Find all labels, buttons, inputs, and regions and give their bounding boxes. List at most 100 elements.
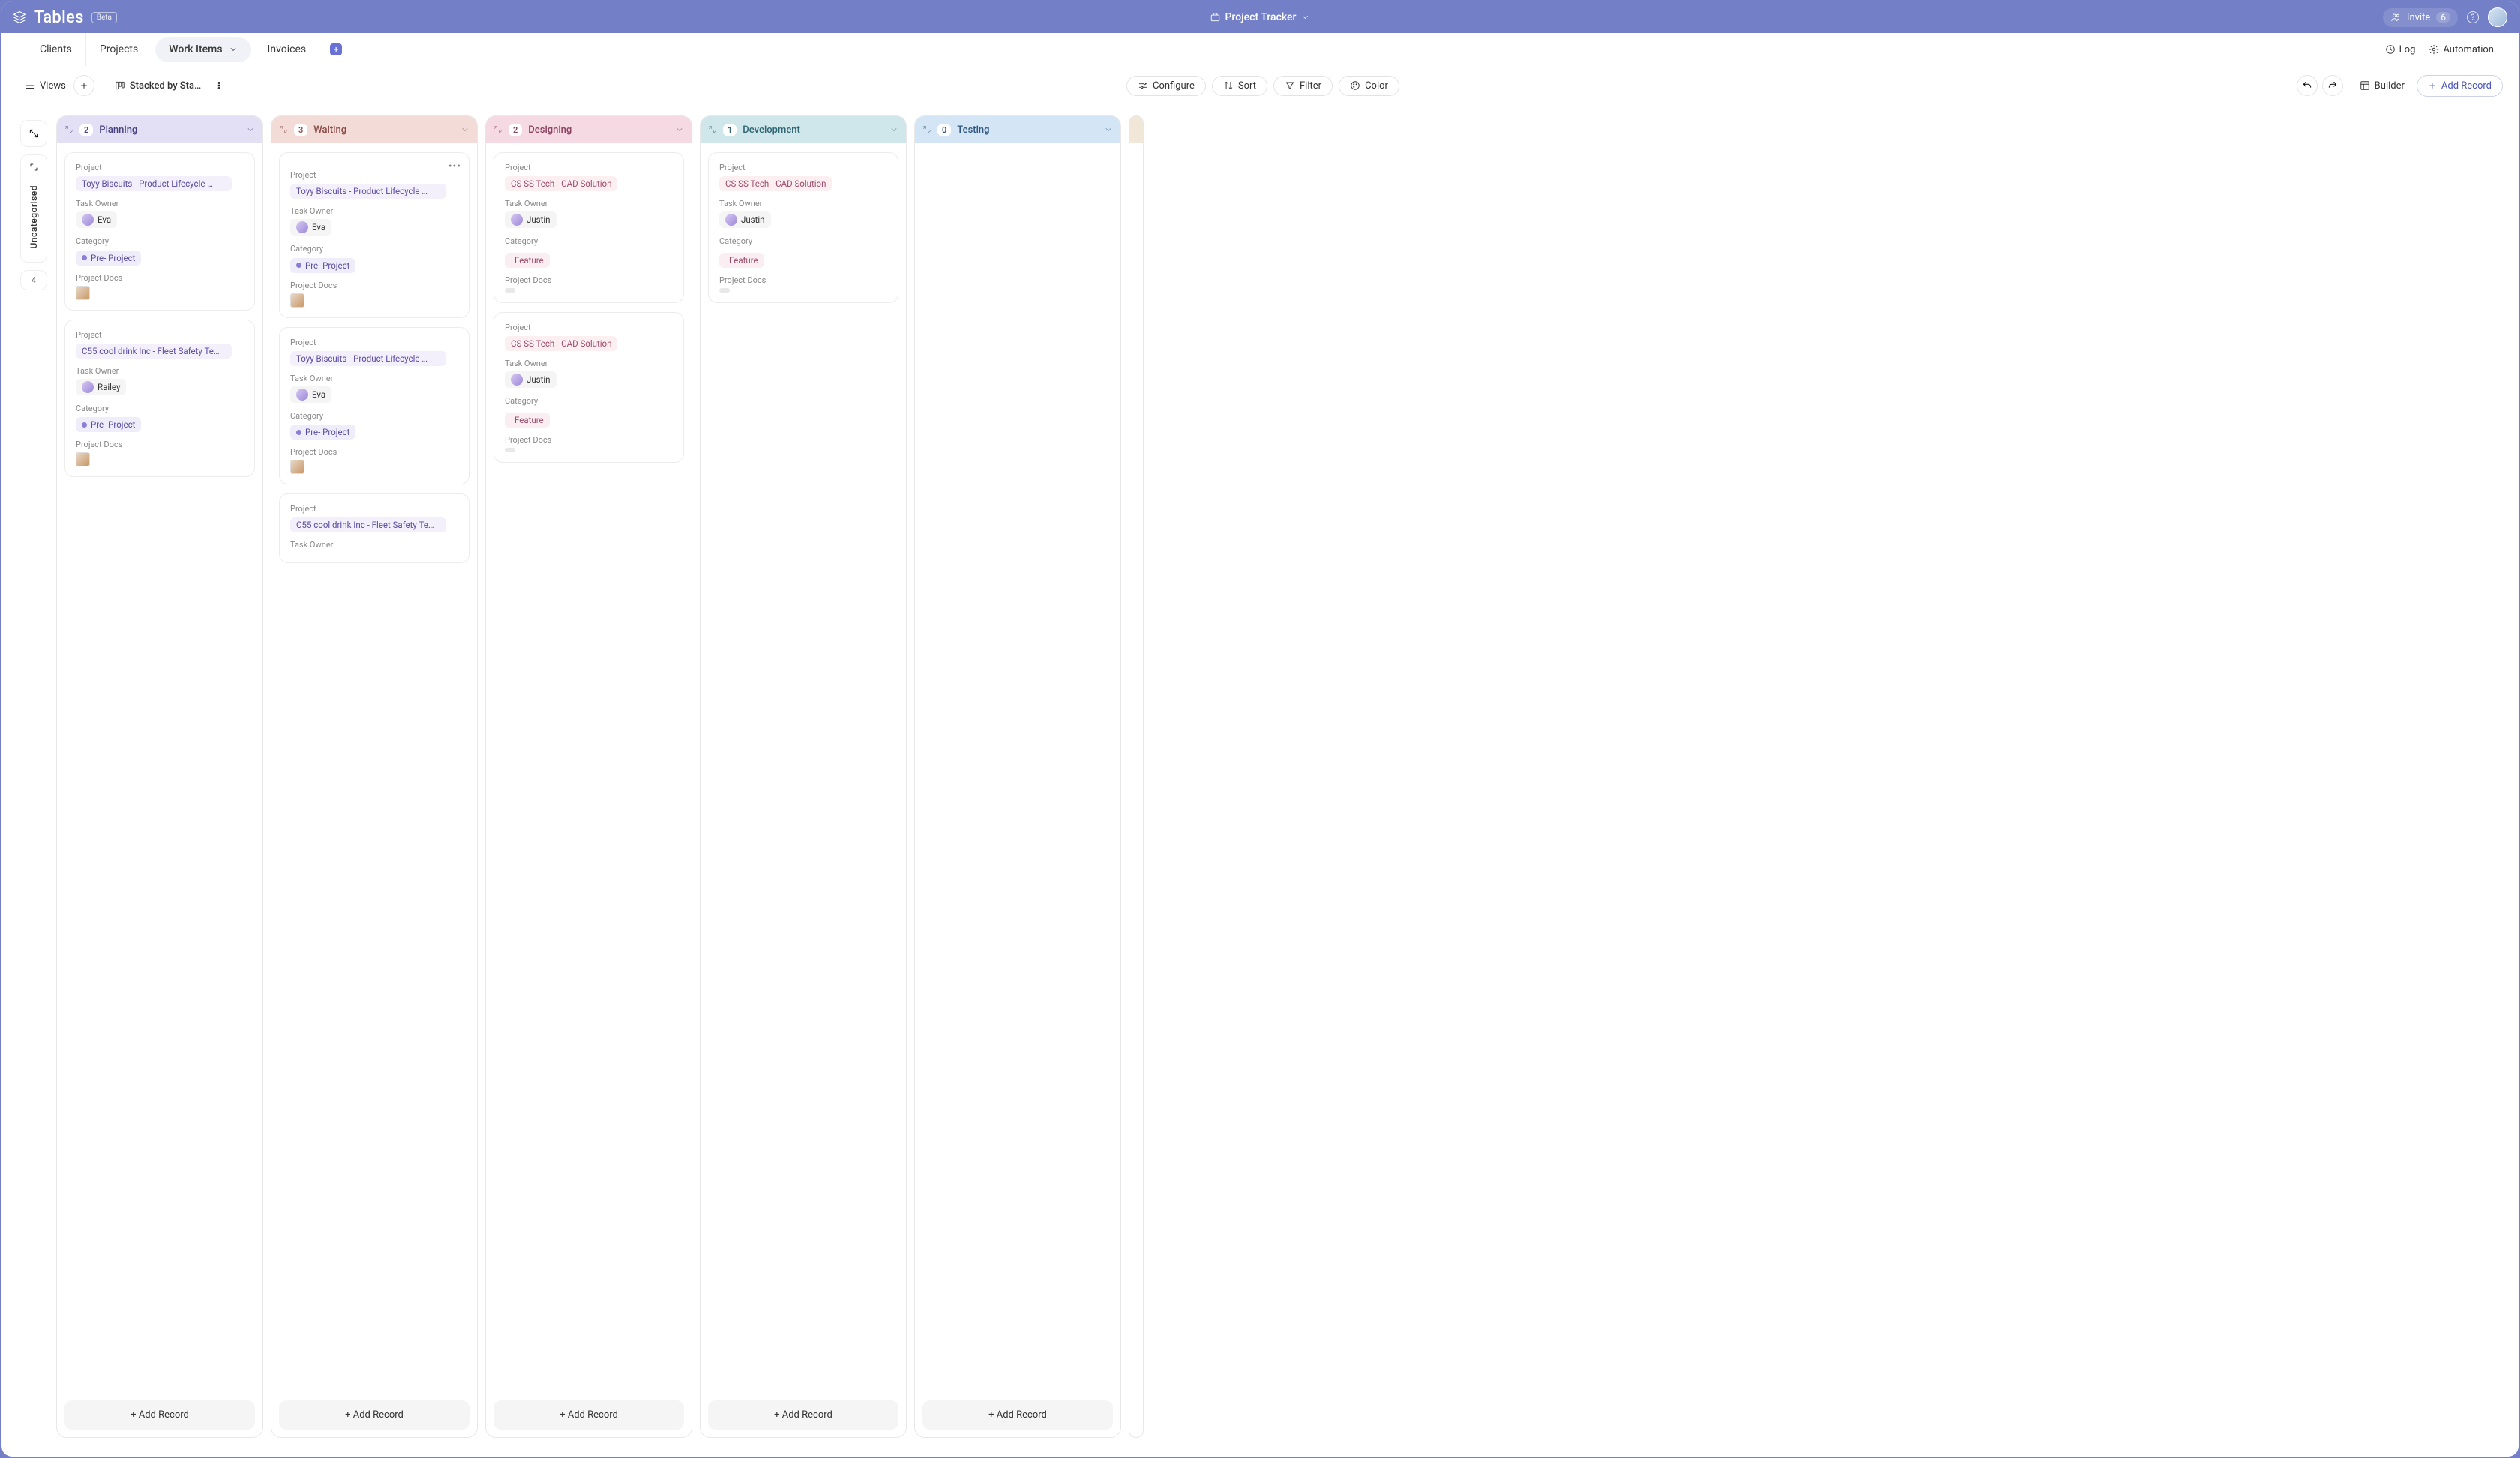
column-development: 1Development Project CS SS Tech - CAD Solu…: [700, 116, 907, 1438]
kanban-card[interactable]: Project C55 cool drink Inc - Fleet Safety…: [64, 320, 255, 478]
field-label-docs: Project Docs: [505, 435, 673, 445]
expand-board-button[interactable]: [20, 120, 47, 147]
collapse-icon[interactable]: [708, 125, 717, 134]
column-count: 2: [508, 124, 522, 136]
invite-count: 6: [2436, 12, 2450, 22]
add-tab-button[interactable]: +: [330, 44, 342, 56]
chevron-down-icon[interactable]: [1104, 125, 1113, 134]
views-button[interactable]: Views: [17, 76, 74, 96]
collapse-icon[interactable]: [279, 125, 288, 134]
project-chip: CS SS Tech - CAD Solution: [505, 176, 617, 191]
field-label-project: Project: [719, 163, 887, 172]
clock-icon: [2385, 44, 2396, 55]
collapse-icon[interactable]: [922, 125, 932, 134]
column-header[interactable]: 2 Designing: [486, 116, 692, 143]
column-title: Designing: [528, 124, 572, 136]
card-more-button[interactable]: •••: [448, 160, 461, 172]
category-chip: Pre- Project: [290, 258, 356, 273]
view-toolbar: Views Stacked by Sta… Configure Sort Fil…: [11, 69, 2509, 102]
kanban-card[interactable]: ProjectCS SS Tech - CAD SolutionTask Own…: [494, 312, 684, 463]
view-name: Stacked by Sta…: [130, 80, 201, 92]
filter-icon: [1285, 80, 1295, 91]
field-label-project: Project: [76, 330, 244, 340]
filter-button[interactable]: Filter: [1274, 76, 1333, 96]
collapse-icon[interactable]: [494, 125, 502, 134]
tables-logo-icon: [13, 10, 26, 24]
add-record-button[interactable]: Add Record: [2416, 75, 2503, 97]
sort-button[interactable]: Sort: [1212, 76, 1268, 96]
column-testing: 0Testing + Add Record: [914, 116, 1121, 1438]
column-header[interactable]: 3Waiting: [272, 116, 477, 143]
kanban-card[interactable]: ProjectToyy Biscuits - Product Lifecycle…: [279, 327, 470, 485]
chevron-down-icon[interactable]: [890, 125, 898, 134]
configure-button[interactable]: Configure: [1126, 76, 1206, 96]
redo-icon: [2327, 80, 2338, 91]
kanban-card[interactable]: ProjectCS SS Tech - CAD SolutionTask Own…: [708, 152, 898, 303]
user-avatar[interactable]: [2488, 8, 2507, 27]
doc-thumbnail[interactable]: [290, 293, 304, 308]
plus-icon: [2428, 81, 2437, 90]
field-label-project: Project: [290, 170, 458, 180]
kanban-card[interactable]: ProjectC55 cool drink Inc - Fleet Safety…: [279, 494, 470, 563]
doc-thumbnail[interactable]: [76, 452, 90, 466]
tab-work-items[interactable]: Work Items: [155, 38, 250, 62]
doc-thumbnail[interactable]: [290, 460, 304, 474]
kanban-card[interactable]: ProjectCS SS Tech - CAD SolutionTask Own…: [494, 152, 684, 303]
builder-button[interactable]: Builder: [2352, 76, 2412, 96]
list-icon: [25, 80, 35, 91]
add-record-column-button[interactable]: + Add Record: [922, 1400, 1113, 1430]
sort-icon: [1223, 80, 1234, 91]
column-waiting: 3Waiting•••ProjectToyy Biscuits - Produc…: [271, 116, 478, 1438]
category-chip: Pre- Project: [290, 424, 356, 440]
tab-clients[interactable]: Clients: [26, 33, 86, 66]
kanban-card[interactable]: •••ProjectToyy Biscuits - Product Lifecy…: [279, 152, 470, 318]
category-chip: Feature: [719, 253, 764, 268]
field-label-docs: Project Docs: [505, 275, 673, 285]
undo-button[interactable]: [2296, 75, 2318, 96]
people-icon: [2390, 12, 2401, 22]
column-header[interactable]: 1Development: [700, 116, 906, 143]
redo-button[interactable]: [2322, 75, 2343, 96]
help-icon[interactable]: ?: [2467, 11, 2479, 23]
owner-avatar: [511, 374, 523, 386]
current-view[interactable]: Stacked by Sta…: [107, 76, 208, 96]
add-record-column-button[interactable]: + Add Record: [494, 1400, 684, 1430]
field-label-category: Category: [505, 236, 673, 246]
add-record-column-button[interactable]: + Add Record: [64, 1400, 255, 1430]
tab-invoices[interactable]: Invoices: [254, 33, 320, 66]
uncategorised-count-pill: 4: [20, 270, 47, 290]
add-record-column-button[interactable]: + Add Record: [708, 1400, 898, 1430]
owner-chip: Railey: [76, 379, 126, 395]
uncategorised-column-collapsed[interactable]: Uncategorised: [20, 154, 47, 262]
column-header[interactable]: 2Planning: [57, 116, 262, 143]
color-button[interactable]: Color: [1339, 76, 1400, 96]
category-chip: Feature: [505, 412, 550, 428]
tab-projects[interactable]: Projects: [86, 33, 152, 66]
field-label-docs: Project Docs: [290, 447, 458, 457]
view-more-button[interactable]: [208, 75, 230, 96]
chevron-down-icon[interactable]: [246, 125, 255, 134]
project-chip: C55 cool drink Inc - Fleet Safety Te…: [290, 518, 446, 532]
collapse-icon[interactable]: [64, 125, 74, 134]
project-switcher[interactable]: Project Tracker: [1210, 11, 1310, 23]
owner-avatar: [725, 214, 737, 226]
project-chip: CS SS Tech - CAD Solution: [719, 176, 832, 191]
add-record-column-button[interactable]: + Add Record: [279, 1400, 470, 1430]
column-count: 0: [938, 124, 951, 136]
field-label-category: Category: [290, 244, 458, 254]
chevron-down-icon[interactable]: [460, 125, 470, 134]
chevron-down-icon: [1301, 13, 1310, 22]
log-button[interactable]: Log: [2385, 44, 2416, 56]
automation-button[interactable]: Automation: [2428, 44, 2494, 56]
tabs-bar: ClientsProjectsWork ItemsInvoices + Log …: [11, 33, 2509, 66]
kanban-card[interactable]: ProjectToyy Biscuits - Product Lifecycle…: [64, 152, 255, 310]
invite-button[interactable]: Invite 6: [2383, 8, 2458, 27]
expand-icon: [28, 128, 39, 139]
chevron-down-icon[interactable]: [675, 125, 684, 134]
add-view-button[interactable]: [74, 75, 94, 96]
project-chip: C55 cool drink Inc - Fleet Safety Te…: [76, 344, 232, 358]
doc-thumbnail[interactable]: [76, 286, 90, 300]
column-planning: 2Planning ProjectToyy Biscuits - Product …: [56, 116, 263, 1438]
column-header[interactable]: 0Testing: [915, 116, 1120, 143]
chevron-down-icon: [229, 45, 238, 54]
